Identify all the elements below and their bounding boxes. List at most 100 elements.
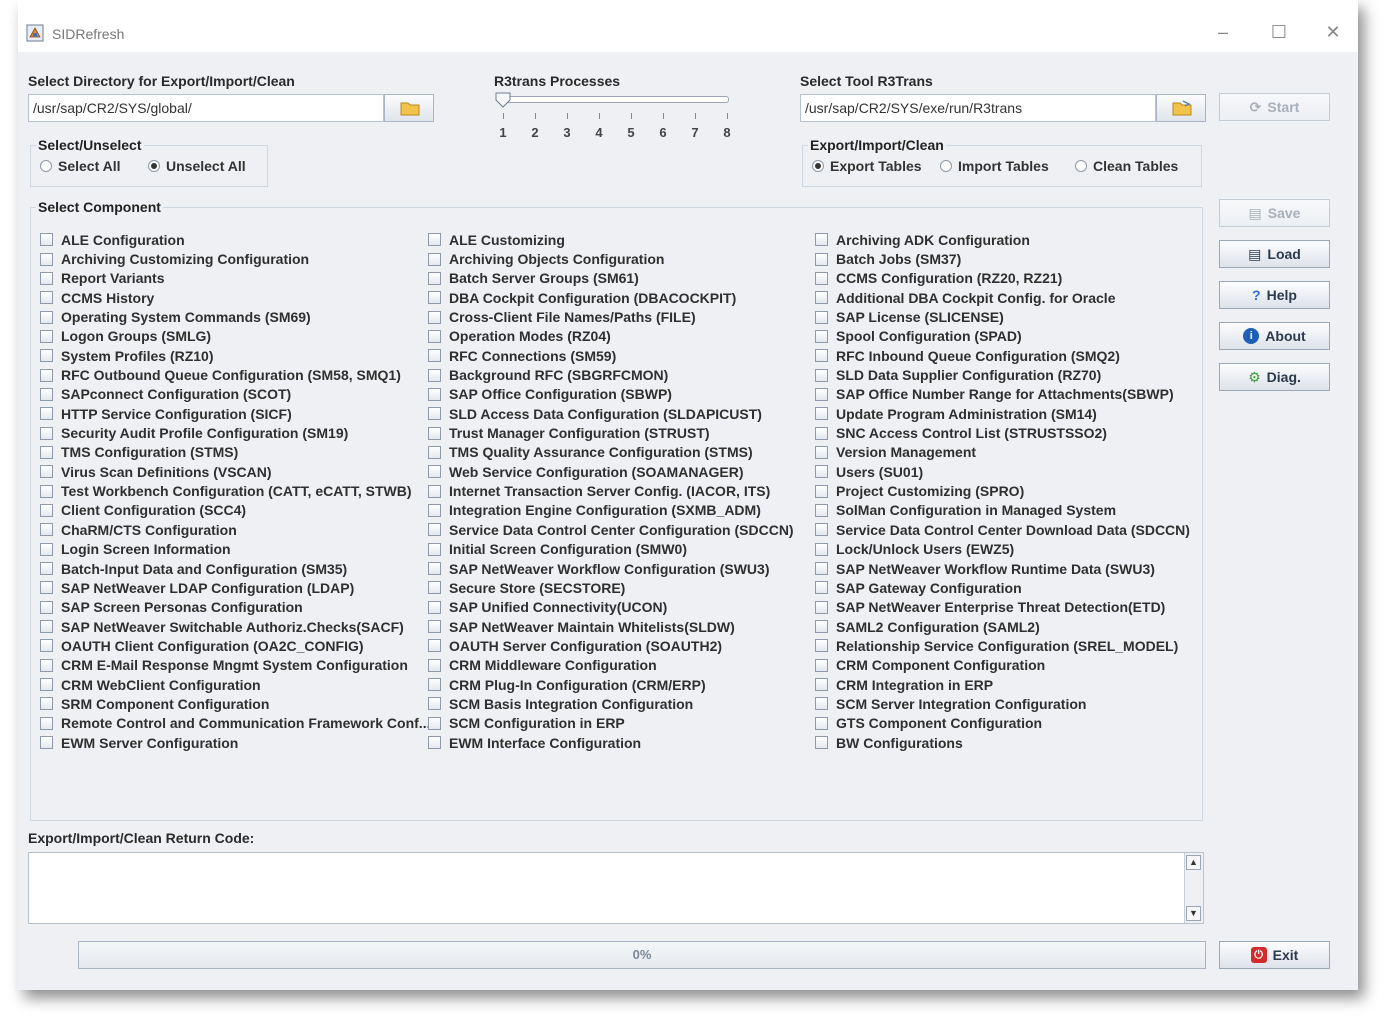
component-checkbox[interactable]: OAUTH Client Configuration (OA2C_CONFIG) (40, 636, 424, 655)
component-checkbox[interactable]: EWM Server Configuration (40, 733, 424, 752)
checkbox-box[interactable] (815, 542, 828, 556)
checkbox-box[interactable] (428, 503, 441, 517)
import-tables-radio[interactable]: Import Tables (940, 158, 1049, 174)
component-checkbox[interactable]: SCM Configuration in ERP (428, 714, 812, 733)
checkbox-box[interactable] (40, 426, 53, 440)
checkbox-box[interactable] (40, 310, 53, 324)
component-checkbox[interactable]: RFC Outbound Queue Configuration (SM58, … (40, 365, 424, 384)
save-button[interactable]: ▤ Save (1219, 199, 1330, 227)
diag-button[interactable]: ⚙ Diag. (1219, 363, 1330, 391)
component-checkbox[interactable]: Operation Modes (RZ04) (428, 327, 812, 346)
checkbox-box[interactable] (40, 407, 53, 421)
clean-tables-radio[interactable]: Clean Tables (1075, 158, 1178, 174)
component-checkbox[interactable]: Trust Manager Configuration (STRUST) (428, 423, 812, 442)
checkbox-box[interactable] (428, 291, 441, 305)
about-button[interactable]: i About (1219, 322, 1330, 350)
checkbox-box[interactable] (815, 736, 828, 750)
checkbox-box[interactable] (428, 233, 441, 247)
checkbox-box[interactable] (40, 658, 53, 672)
checkbox-box[interactable] (428, 465, 441, 479)
checkbox-box[interactable] (428, 368, 441, 382)
select-all-radio[interactable]: Select All (40, 158, 121, 174)
component-checkbox[interactable]: SCM Basis Integration Configuration (428, 694, 812, 713)
component-checkbox[interactable]: SAP Screen Personas Configuration (40, 598, 424, 617)
checkbox-box[interactable] (815, 716, 828, 730)
component-checkbox[interactable]: System Profiles (RZ10) (40, 346, 424, 365)
checkbox-box[interactable] (428, 678, 441, 692)
component-checkbox[interactable]: ChaRM/CTS Configuration (40, 520, 424, 539)
maximize-icon[interactable]: ☐ (1264, 18, 1294, 46)
checkbox-box[interactable] (40, 697, 53, 711)
unselect-all-radio[interactable]: Unselect All (148, 158, 246, 174)
checkbox-box[interactable] (815, 387, 828, 401)
component-checkbox[interactable]: SAP NetWeaver Switchable Authoriz.Checks… (40, 617, 424, 636)
component-checkbox[interactable]: TMS Quality Assurance Configuration (STM… (428, 443, 812, 462)
tool-path-field[interactable]: /usr/sap/CR2/SYS/exe/run/R3trans (800, 94, 1156, 122)
checkbox-box[interactable] (815, 581, 828, 595)
component-checkbox[interactable]: CRM Plug-In Configuration (CRM/ERP) (428, 675, 812, 694)
component-checkbox[interactable]: Version Management (815, 443, 1199, 462)
checkbox-box[interactable] (40, 562, 53, 576)
component-checkbox[interactable]: SAP License (SLICENSE) (815, 307, 1199, 326)
component-checkbox[interactable]: Additional DBA Cockpit Config. for Oracl… (815, 288, 1199, 307)
scroll-up-icon[interactable]: ▲ (1186, 855, 1201, 870)
checkbox-box[interactable] (428, 252, 441, 266)
checkbox-box[interactable] (40, 329, 53, 343)
checkbox-box[interactable] (428, 562, 441, 576)
checkbox-box[interactable] (815, 368, 828, 382)
component-checkbox[interactable]: CRM Integration in ERP (815, 675, 1199, 694)
checkbox-box[interactable] (815, 562, 828, 576)
component-checkbox[interactable]: Batch-Input Data and Configuration (SM35… (40, 559, 424, 578)
checkbox-box[interactable] (815, 407, 828, 421)
checkbox-box[interactable] (40, 291, 53, 305)
checkbox-box[interactable] (428, 542, 441, 556)
component-checkbox[interactable]: SAP NetWeaver Workflow Runtime Data (SWU… (815, 559, 1199, 578)
help-button[interactable]: ? Help (1219, 281, 1330, 309)
checkbox-box[interactable] (40, 523, 53, 537)
component-checkbox[interactable]: Service Data Control Center Download Dat… (815, 520, 1199, 539)
component-checkbox[interactable]: SAP NetWeaver Workflow Configuration (SW… (428, 559, 812, 578)
component-checkbox[interactable]: Logon Groups (SMLG) (40, 327, 424, 346)
component-checkbox[interactable]: Secure Store (SECSTORE) (428, 578, 812, 597)
exit-button[interactable]: ⏻ Exit (1219, 941, 1330, 969)
component-checkbox[interactable]: Spool Configuration (SPAD) (815, 327, 1199, 346)
checkbox-box[interactable] (40, 503, 53, 517)
checkbox-box[interactable] (815, 252, 828, 266)
checkbox-box[interactable] (815, 445, 828, 459)
component-checkbox[interactable]: CRM Middleware Configuration (428, 656, 812, 675)
checkbox-box[interactable] (40, 542, 53, 556)
checkbox-box[interactable] (428, 349, 441, 363)
component-checkbox[interactable]: Project Customizing (SPRO) (815, 481, 1199, 500)
checkbox-box[interactable] (428, 736, 441, 750)
component-checkbox[interactable]: Background RFC (SBGRFCMON) (428, 365, 812, 384)
checkbox-box[interactable] (428, 523, 441, 537)
component-checkbox[interactable]: SLD Data Supplier Configuration (RZ70) (815, 365, 1199, 384)
checkbox-box[interactable] (428, 445, 441, 459)
checkbox-box[interactable] (428, 271, 441, 285)
component-checkbox[interactable]: CRM Component Configuration (815, 656, 1199, 675)
checkbox-box[interactable] (815, 503, 828, 517)
component-checkbox[interactable]: RFC Connections (SM59) (428, 346, 812, 365)
component-checkbox[interactable]: Login Screen Information (40, 540, 424, 559)
component-checkbox[interactable]: Update Program Administration (SM14) (815, 404, 1199, 423)
checkbox-box[interactable] (40, 233, 53, 247)
checkbox-box[interactable] (428, 600, 441, 614)
component-checkbox[interactable]: SRM Component Configuration (40, 694, 424, 713)
checkbox-box[interactable] (428, 581, 441, 595)
component-checkbox[interactable]: SAP NetWeaver Maintain Whitelists(SLDW) (428, 617, 812, 636)
component-checkbox[interactable]: Cross-Client File Names/Paths (FILE) (428, 307, 812, 326)
component-checkbox[interactable]: Archiving Customizing Configuration (40, 249, 424, 268)
browse-tool-button[interactable] (1156, 94, 1206, 122)
checkbox-box[interactable] (815, 310, 828, 324)
return-code-textarea[interactable]: ▲ ▼ (28, 852, 1204, 924)
scroll-down-icon[interactable]: ▼ (1186, 906, 1201, 921)
checkbox-box[interactable] (40, 639, 53, 653)
component-checkbox[interactable]: CRM WebClient Configuration (40, 675, 424, 694)
component-checkbox[interactable]: DBA Cockpit Configuration (DBACOCKPIT) (428, 288, 812, 307)
r3trans-slider-thumb[interactable] (494, 91, 512, 109)
component-checkbox[interactable]: Remote Control and Communication Framewo… (40, 714, 430, 733)
checkbox-box[interactable] (40, 465, 53, 479)
checkbox-box[interactable] (40, 716, 53, 730)
checkbox-box[interactable] (40, 368, 53, 382)
component-checkbox[interactable]: ALE Customizing (428, 230, 812, 249)
